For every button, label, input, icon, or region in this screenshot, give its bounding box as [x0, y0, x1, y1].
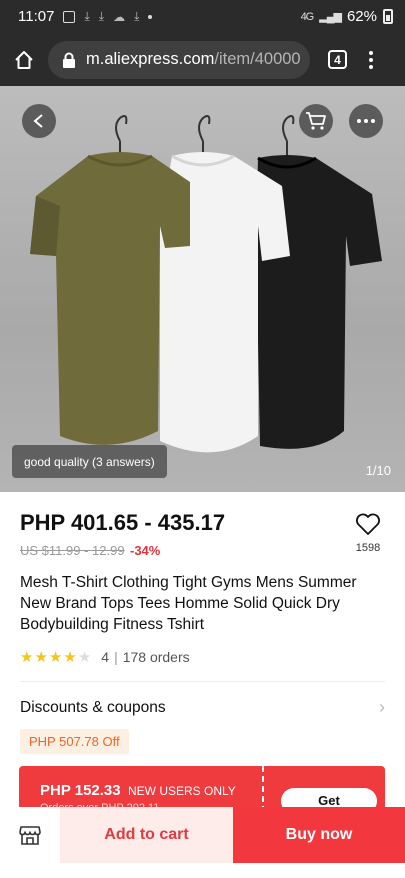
back-button[interactable]: [22, 104, 56, 138]
heart-icon: [356, 513, 380, 535]
original-price: US $11.99 - 12.99: [20, 543, 125, 558]
coupon-separator: [262, 766, 264, 812]
cart-button[interactable]: [299, 104, 333, 138]
product-gallery[interactable]: good quality (3 answers) 1/10: [0, 86, 405, 492]
qa-chip[interactable]: good quality (3 answers): [12, 445, 167, 478]
buy-now-button[interactable]: Buy now: [233, 807, 405, 863]
browser-menu-icon[interactable]: [369, 50, 373, 69]
url-host: m.aliexpress.com: [86, 50, 215, 68]
star-icon: ★: [48, 648, 63, 666]
cart-icon: [306, 112, 326, 130]
chevron-right-icon: ›: [379, 697, 385, 717]
discounts-label: Discounts & coupons: [20, 698, 166, 716]
star-icon: ★: [34, 648, 48, 666]
discount-percent: -34%: [130, 543, 161, 558]
coupon-amount: PHP 152.33: [40, 782, 121, 799]
star-icon: ★: [63, 648, 77, 666]
product-photo: [30, 115, 382, 453]
store-icon: [19, 826, 41, 845]
tab-switcher-button[interactable]: 4: [328, 50, 347, 69]
order-count: 178 orders: [122, 649, 190, 665]
discount-tag: PHP 507.78 Off: [20, 729, 129, 754]
checkbox-notification-icon: [63, 10, 76, 23]
download-icon-2: ⤓: [98, 9, 105, 23]
url-path: /item/40000: [214, 50, 301, 68]
system-nav-strip: [0, 863, 405, 878]
status-bar: 11:07 ⤓ ⤓ ☁ ⤓ 4G ▂▄▆ 62%: [0, 0, 405, 33]
more-icon: [357, 119, 375, 123]
wishlist-count: 1598: [355, 542, 381, 554]
more-options-button[interactable]: [349, 104, 383, 138]
chevron-left-icon: [33, 114, 43, 128]
download-icon: ⤓: [84, 9, 90, 23]
rating-row[interactable]: ★ ★ ★ ★ ★ 4 | 178 orders: [20, 649, 190, 665]
wishlist-button[interactable]: 1598: [353, 512, 383, 554]
battery-percent: 62%: [346, 8, 377, 25]
divider: [20, 681, 385, 682]
browser-toolbar: m.aliexpress.com/item/40000 4: [0, 33, 405, 86]
store-button[interactable]: [0, 807, 60, 863]
bottom-action-bar: Add to cart Buy now: [0, 807, 405, 863]
new-user-coupon: PHP 152.33 NEW USERS ONLY Orders over PH…: [19, 766, 385, 812]
discounts-row[interactable]: Discounts & coupons ›: [20, 697, 385, 718]
address-bar[interactable]: m.aliexpress.com/item/40000: [48, 40, 310, 79]
star-empty-icon: ★: [77, 648, 92, 666]
home-icon[interactable]: [0, 33, 48, 86]
rating-value: 4: [101, 649, 110, 665]
status-time: 11:07: [18, 8, 55, 25]
coupon-note: NEW USERS ONLY: [128, 784, 236, 798]
cloud-icon: ☁: [113, 9, 126, 24]
price: PHP 401.65 - 435.17: [20, 510, 226, 535]
download-icon-3: ⤓: [134, 9, 140, 23]
star-icon: ★: [20, 648, 34, 666]
add-to-cart-button[interactable]: Add to cart: [60, 807, 233, 863]
battery-icon: [383, 9, 393, 24]
notification-dot-icon: [148, 14, 153, 19]
rating-stars: ★ ★ ★ ★ ★: [20, 650, 91, 665]
product-title: Mesh T-Shirt Clothing Tight Gyms Mens Su…: [20, 574, 357, 633]
image-counter: 1/10: [365, 463, 391, 478]
lock-icon: [63, 52, 75, 68]
network-type: 4G: [300, 10, 315, 23]
signal-icon: ▂▄▆: [319, 11, 342, 23]
